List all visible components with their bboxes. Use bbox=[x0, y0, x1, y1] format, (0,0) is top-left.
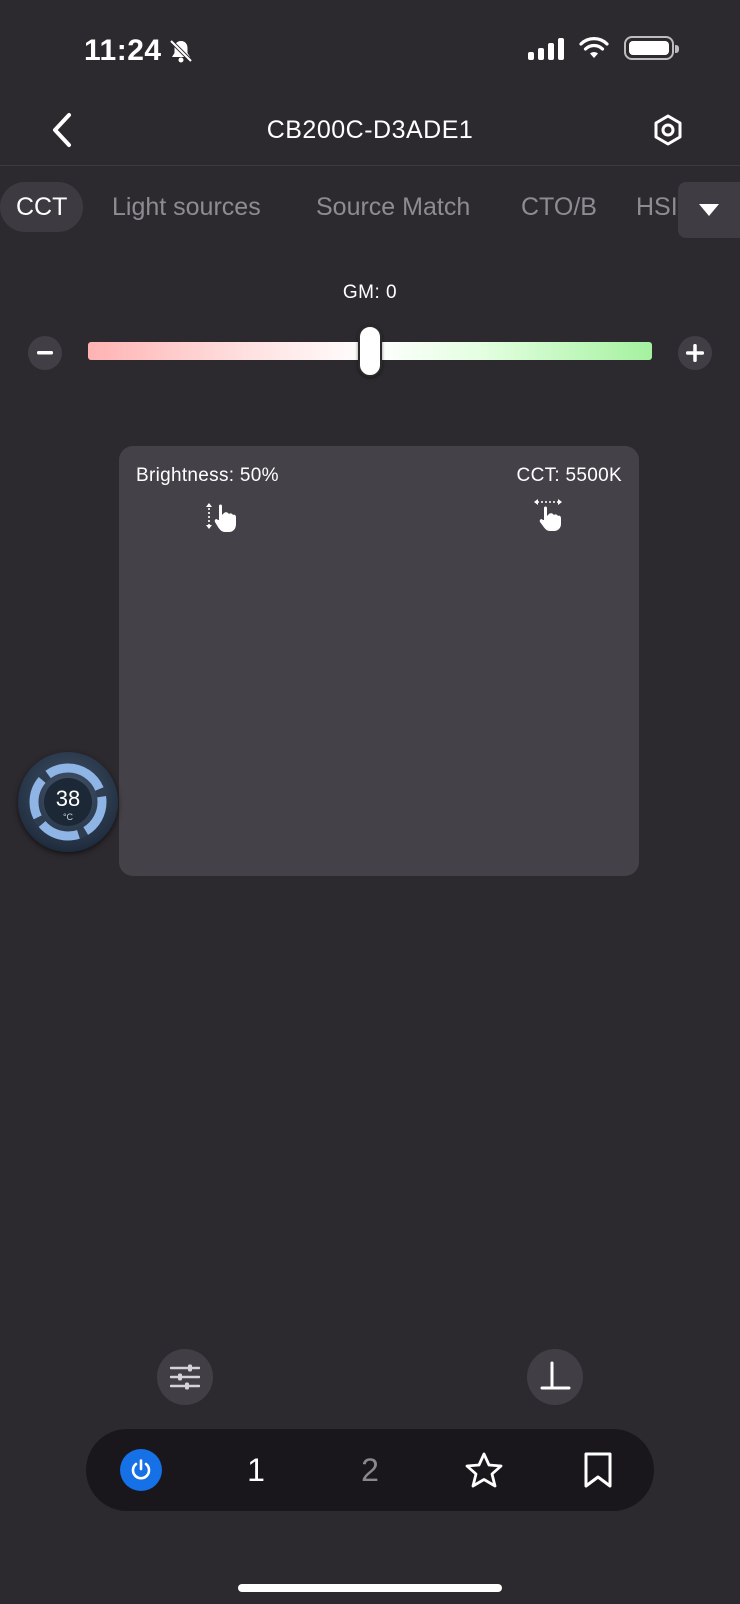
app-screen: 11:24 CB200C-D3ADE1 CCT Light sources So… bbox=[0, 0, 740, 1604]
plus-icon bbox=[686, 344, 704, 362]
axis-icon bbox=[540, 1361, 571, 1390]
temperature-badge[interactable]: 38 °C bbox=[18, 752, 118, 852]
axis-button[interactable] bbox=[527, 1349, 583, 1405]
bell-muted-icon bbox=[169, 39, 193, 63]
gear-icon bbox=[654, 114, 682, 146]
channel-2-button[interactable]: 2 bbox=[335, 1429, 405, 1511]
status-bar: 11:24 bbox=[0, 0, 740, 100]
battery-icon bbox=[624, 36, 679, 60]
temperature-unit: °C bbox=[62, 812, 74, 822]
tabs-dropdown-button[interactable] bbox=[678, 182, 740, 238]
bookmark-button[interactable] bbox=[563, 1429, 633, 1511]
horizontal-drag-hand-icon bbox=[534, 499, 562, 531]
temperature-value: 38 bbox=[55, 786, 81, 811]
vertical-drag-hand-icon bbox=[206, 503, 236, 532]
brightness-label: Brightness: 50% bbox=[136, 465, 279, 486]
tab-hsi[interactable]: HSI bbox=[636, 182, 678, 232]
channel-1-button[interactable]: 1 bbox=[221, 1429, 291, 1511]
tab-cto-b[interactable]: CTO/B bbox=[521, 182, 597, 232]
minus-icon bbox=[37, 351, 53, 355]
caret-down-icon bbox=[699, 204, 719, 216]
star-icon bbox=[465, 1452, 503, 1488]
power-icon bbox=[131, 1459, 151, 1480]
status-icons bbox=[528, 36, 679, 60]
device-title: CB200C-D3ADE1 bbox=[266, 116, 474, 144]
gm-slider-thumb[interactable] bbox=[358, 325, 382, 377]
tab-source-match[interactable]: Source Match bbox=[316, 182, 470, 232]
gm-decrease-button[interactable] bbox=[28, 336, 62, 370]
tab-light-sources[interactable]: Light sources bbox=[112, 182, 261, 232]
status-time: 11:24 bbox=[84, 34, 162, 67]
bookmark-icon bbox=[584, 1452, 612, 1488]
cct-label: CCT: 5500K bbox=[516, 465, 622, 486]
brightness-cct-pad[interactable]: Brightness: 50% CCT: 5500K bbox=[119, 446, 639, 876]
power-button[interactable] bbox=[106, 1429, 176, 1511]
home-indicator bbox=[238, 1584, 502, 1592]
gm-increase-button[interactable] bbox=[678, 336, 712, 370]
mode-tabs: CCT Light sources Source Match CTO/B HSI bbox=[0, 182, 740, 238]
adjust-button[interactable] bbox=[157, 1349, 213, 1405]
power-button-circle bbox=[120, 1449, 162, 1491]
channel-2-label: 2 bbox=[361, 1451, 379, 1488]
tab-cct[interactable]: CCT bbox=[0, 182, 84, 232]
settings-button[interactable] bbox=[646, 108, 690, 152]
wifi-icon bbox=[579, 37, 609, 58]
sliders-icon bbox=[170, 1364, 200, 1390]
channel-1-label: 1 bbox=[247, 1451, 265, 1488]
bottom-bar: 1 2 bbox=[86, 1429, 654, 1511]
nav-bar: CB200C-D3ADE1 bbox=[0, 100, 740, 166]
gm-value-label: GM: 0 bbox=[342, 282, 398, 303]
favorite-button[interactable] bbox=[449, 1429, 519, 1511]
cellular-signal-icon bbox=[528, 36, 564, 60]
